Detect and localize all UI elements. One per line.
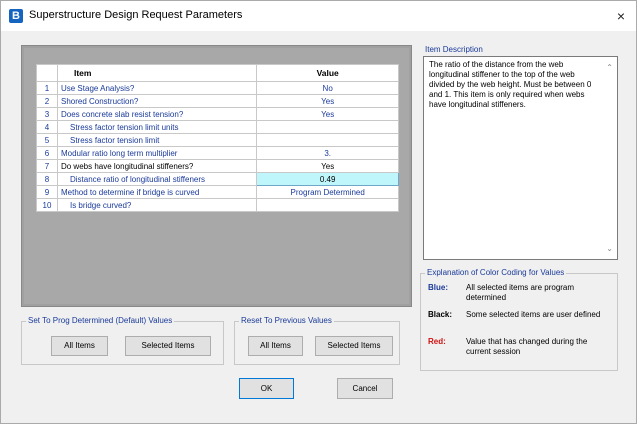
row-value[interactable]: Yes xyxy=(256,159,399,173)
parameters-grid: Item Value 1 Use Stage Analysis? No 2 Sh… xyxy=(36,64,399,212)
row-item[interactable]: Stress factor tension limit xyxy=(56,133,258,147)
row-item[interactable]: Stress factor tension limit units xyxy=(56,120,258,134)
legend-key-blue: Blue: xyxy=(428,283,448,292)
table-row[interactable]: 5 Stress factor tension limit xyxy=(36,133,399,147)
row-value-selected[interactable]: 0.49 xyxy=(256,172,399,186)
legend-key-red: Red: xyxy=(428,337,446,346)
row-number: 5 xyxy=(36,133,58,147)
row-item[interactable]: Do webs have longitudinal stiffeners? xyxy=(56,159,258,173)
legend-desc-blue: All selected items are program determine… xyxy=(466,283,575,302)
reset-previous-label: Reset To Previous Values xyxy=(239,316,334,325)
table-row[interactable]: 2 Shored Construction? Yes xyxy=(36,94,399,108)
cancel-button[interactable]: Cancel xyxy=(337,378,393,399)
item-description-text: The ratio of the distance from the web l… xyxy=(429,60,592,109)
dialog-window: B Superstructure Design Request Paramete… xyxy=(0,0,637,424)
row-item[interactable]: Shored Construction? xyxy=(56,94,258,108)
color-coding-group: Explanation of Color Coding for Values B… xyxy=(420,268,618,371)
scroll-down-icon[interactable]: ⌄ xyxy=(606,244,613,253)
row-item[interactable]: Modular ratio long term multiplier xyxy=(56,146,258,160)
title-bar: B Superstructure Design Request Paramete… xyxy=(1,1,636,31)
app-logo-icon: B xyxy=(9,9,23,23)
row-number: 6 xyxy=(36,146,58,160)
reset-previous-group: Reset To Previous Values All Items Selec… xyxy=(234,316,400,365)
item-description-label: Item Description xyxy=(425,45,483,54)
row-item[interactable]: Method to determine if bridge is curved xyxy=(56,185,258,199)
row-item[interactable]: Is bridge curved? xyxy=(56,198,258,212)
scroll-up-icon[interactable]: ⌃ xyxy=(606,63,613,72)
row-item[interactable]: Use Stage Analysis? xyxy=(56,81,258,95)
table-row[interactable]: 10 Is bridge curved? xyxy=(36,198,399,212)
row-item[interactable]: Does concrete slab resist tension? xyxy=(56,107,258,121)
row-value[interactable]: Program Determined xyxy=(256,185,399,199)
grid-header-row: Item Value xyxy=(36,64,399,82)
table-row[interactable]: 9 Method to determine if bridge is curve… xyxy=(36,185,399,199)
row-number: 10 xyxy=(36,198,58,212)
row-value[interactable]: 3. xyxy=(256,146,399,160)
legend-entry-black: Black: Some selected items are user defi… xyxy=(428,310,614,332)
window-title: Superstructure Design Request Parameters xyxy=(29,9,243,21)
set-defaults-label: Set To Prog Determined (Default) Values xyxy=(26,316,175,325)
row-item[interactable]: Distance ratio of longitudinal stiffener… xyxy=(56,172,258,186)
table-row[interactable]: 1 Use Stage Analysis? No xyxy=(36,81,399,95)
set-defaults-selected-items-button[interactable]: Selected Items xyxy=(125,336,211,356)
set-defaults-group: Set To Prog Determined (Default) Values … xyxy=(21,316,224,365)
table-row[interactable]: 4 Stress factor tension limit units xyxy=(36,120,399,134)
row-value[interactable]: Yes xyxy=(256,94,399,108)
row-value[interactable]: Yes xyxy=(256,107,399,121)
item-description-box[interactable]: The ratio of the distance from the web l… xyxy=(423,56,618,260)
color-coding-label: Explanation of Color Coding for Values xyxy=(425,268,567,277)
legend-desc-red: Value that has changed during the curren… xyxy=(466,337,588,356)
row-number: 1 xyxy=(36,81,58,95)
legend-desc-black: Some selected items are user defined xyxy=(466,310,601,319)
row-number: 7 xyxy=(36,159,58,173)
table-row[interactable]: 6 Modular ratio long term multiplier 3. xyxy=(36,146,399,160)
row-number: 3 xyxy=(36,107,58,121)
ok-button[interactable]: OK xyxy=(239,378,294,399)
table-row[interactable]: 7 Do webs have longitudinal stiffeners? … xyxy=(36,159,399,173)
reset-all-items-button[interactable]: All Items xyxy=(248,336,303,356)
row-number: 8 xyxy=(36,172,58,186)
grid-corner xyxy=(36,64,58,82)
legend-entry-blue: Blue: All selected items are program det… xyxy=(428,283,614,305)
table-row-selected[interactable]: 8 Distance ratio of longitudinal stiffen… xyxy=(36,172,399,186)
table-row[interactable]: 3 Does concrete slab resist tension? Yes xyxy=(36,107,399,121)
column-header-value: Value xyxy=(256,64,399,82)
column-header-item: Item xyxy=(56,64,258,82)
parameters-grid-frame: Item Value 1 Use Stage Analysis? No 2 Sh… xyxy=(21,45,412,307)
close-button[interactable]: × xyxy=(606,1,636,31)
row-number: 2 xyxy=(36,94,58,108)
row-number: 9 xyxy=(36,185,58,199)
legend-entry-red: Red: Value that has changed during the c… xyxy=(428,337,614,359)
reset-selected-items-button[interactable]: Selected Items xyxy=(315,336,393,356)
row-value[interactable] xyxy=(256,133,399,147)
legend-key-black: Black: xyxy=(428,310,453,319)
row-number: 4 xyxy=(36,120,58,134)
set-defaults-all-items-button[interactable]: All Items xyxy=(51,336,108,356)
row-value[interactable] xyxy=(256,120,399,134)
row-value[interactable]: No xyxy=(256,81,399,95)
row-value[interactable] xyxy=(256,198,399,212)
